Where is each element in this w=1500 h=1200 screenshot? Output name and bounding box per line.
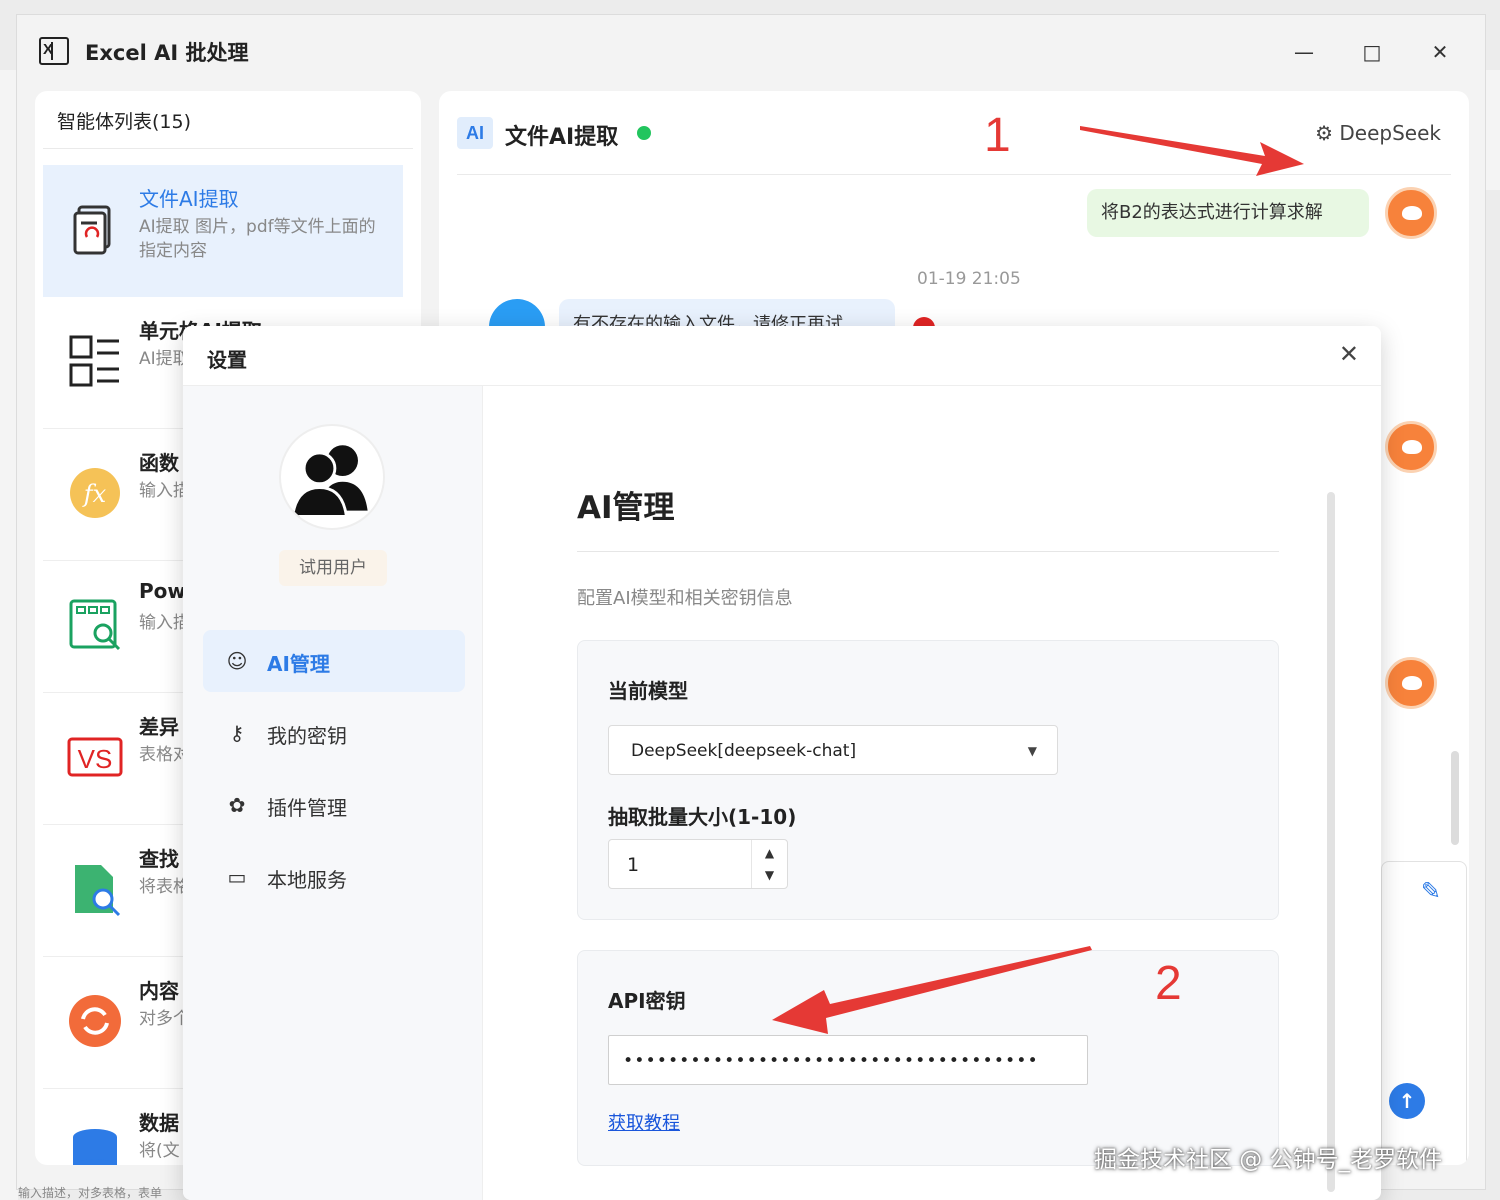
stepper-buttons: ▲ ▼	[751, 840, 787, 888]
chat-title: 文件AI提取	[505, 125, 619, 150]
nav-plugin-management[interactable]: ✿ 插件管理	[203, 774, 465, 836]
tutorial-link[interactable]: 获取教程	[608, 1109, 680, 1135]
title-bar: Excel AI 批处理 — □ ✕	[17, 15, 1485, 87]
database-icon	[73, 1129, 117, 1165]
settings-content: AI管理 配置AI模型和相关密钥信息 当前模型 DeepSeek[deepsee…	[483, 386, 1381, 1200]
nav-ai-management[interactable]: ☺ AI管理	[203, 630, 465, 692]
batch-size-value: 1	[627, 854, 640, 876]
annotation-number-2: 2	[1155, 957, 1182, 1010]
caret-down-icon: ▼	[1027, 744, 1037, 758]
puzzle-icon: ✿	[228, 793, 246, 817]
close-window-button[interactable]: ✕	[1425, 37, 1455, 67]
power-query-icon	[69, 599, 121, 651]
divider	[577, 551, 1279, 552]
minimize-button[interactable]: —	[1289, 37, 1319, 67]
robot-icon: ☺	[226, 649, 248, 673]
section-title: AI管理	[577, 490, 675, 526]
send-button[interactable]: ↑	[1389, 1083, 1425, 1119]
user-avatar-icon	[1385, 187, 1437, 239]
model-select[interactable]: DeepSeek[deepseek-chat] ▼	[608, 725, 1058, 775]
nav-my-keys[interactable]: ⚷ 我的密钥	[203, 702, 465, 764]
watermark: 掘金技术社区 @ 公钟号_老罗软件	[1094, 1147, 1443, 1173]
increment-icon[interactable]: ▲	[752, 842, 787, 864]
user-avatar-icon	[1385, 657, 1437, 709]
agent-desc: AI提取 图片，pdf等文件上面的指定内容	[139, 217, 376, 261]
nav-label: 本地服务	[267, 868, 347, 892]
online-status-dot	[637, 126, 651, 140]
agent-name: 查找	[139, 847, 179, 871]
agent-name: 数据	[139, 1111, 179, 1135]
close-settings-button[interactable]: ✕	[1339, 340, 1359, 368]
annotation-number-1: 1	[984, 109, 1011, 162]
model-select-value: DeepSeek[deepseek-chat]	[631, 741, 857, 761]
find-file-icon	[75, 865, 121, 917]
agent-name: 差异	[139, 715, 179, 739]
vs-compare-icon: VS	[67, 737, 123, 777]
agent-name: 内容	[139, 979, 179, 1003]
monitor-icon: ▭	[227, 865, 247, 889]
api-key-input[interactable]: •••••••••••••••••••••••••••••••••••••	[608, 1035, 1088, 1085]
settings-sidebar: 试用用户 ☺ AI管理 ⚷ 我的密钥 ✿ 插件管理 ▭ 本地服务	[183, 386, 483, 1200]
api-key-label: API密钥	[608, 989, 686, 1013]
user-message-bubble: 将B2的表达式进行计算求解	[1087, 189, 1369, 237]
app-title: Excel AI 批处理	[85, 41, 249, 65]
excel-app-icon	[39, 37, 69, 65]
section-description: 配置AI模型和相关密钥信息	[577, 588, 793, 609]
divider	[43, 148, 413, 149]
chat-scrollbar[interactable]	[1451, 751, 1459, 845]
annotation-arrow-2	[772, 946, 1092, 1034]
user-avatar-icon	[1385, 421, 1437, 473]
nav-label: 插件管理	[267, 796, 347, 820]
model-config-card: 当前模型 DeepSeek[deepseek-chat] ▼ 抽取批量大小(1-…	[577, 640, 1279, 920]
agent-name: 函数	[139, 451, 179, 475]
svg-text:VS: VS	[78, 744, 113, 774]
refresh-icon	[69, 995, 121, 1047]
batch-size-stepper[interactable]: 1 ▲ ▼	[608, 839, 788, 889]
gear-icon: ⚙	[1315, 121, 1340, 145]
decrement-icon[interactable]: ▼	[752, 864, 787, 886]
settings-scrollbar[interactable]	[1327, 492, 1335, 1192]
agent-list-header: 智能体列表(15)	[57, 111, 192, 133]
magic-edit-icon[interactable]: ✎	[1421, 877, 1441, 905]
annotation-arrow-1	[1080, 126, 1304, 176]
settings-dialog: 设置 ✕ 试用用户 ☺ AI管理 ⚷ 我的密钥 ✿ 插件管理 ▭ 本地服务 AI…	[183, 326, 1381, 1200]
batch-size-label: 抽取批量大小(1-10)	[608, 805, 797, 829]
nav-label: AI管理	[267, 652, 330, 676]
maximize-button[interactable]: □	[1357, 37, 1387, 67]
agent-name: 文件AI提取	[139, 187, 239, 211]
background-app-strip-right	[1484, 70, 1500, 190]
key-icon: ⚷	[229, 721, 245, 745]
nav-label: 我的密钥	[267, 724, 347, 748]
ai-badge: AI	[457, 117, 493, 149]
message-input-area[interactable]	[1381, 861, 1467, 1165]
svg-text:fx: fx	[82, 480, 107, 508]
file-extract-icon	[73, 205, 111, 255]
message-timestamp: 01-19 21:05	[917, 269, 1021, 289]
model-name: DeepSeek	[1339, 121, 1441, 145]
settings-header: 设置 ✕	[183, 326, 1381, 386]
agent-item-file-extract[interactable]: 文件AI提取 AI提取 图片，pdf等文件上面的指定内容	[43, 165, 403, 297]
settings-title: 设置	[207, 348, 247, 372]
background-tab-text: 输入描述，对多表格，表单	[18, 1186, 163, 1200]
agent-name: Pow	[139, 579, 186, 603]
nav-local-service[interactable]: ▭ 本地服务	[203, 846, 465, 908]
current-model-label: 当前模型	[608, 679, 688, 703]
fx-function-icon: fx	[70, 468, 120, 518]
model-settings-button[interactable]: ⚙ DeepSeek	[1315, 121, 1441, 145]
user-role-badge: 试用用户	[279, 550, 387, 586]
cell-grid-icon	[69, 335, 119, 387]
users-avatar-icon	[279, 424, 385, 530]
